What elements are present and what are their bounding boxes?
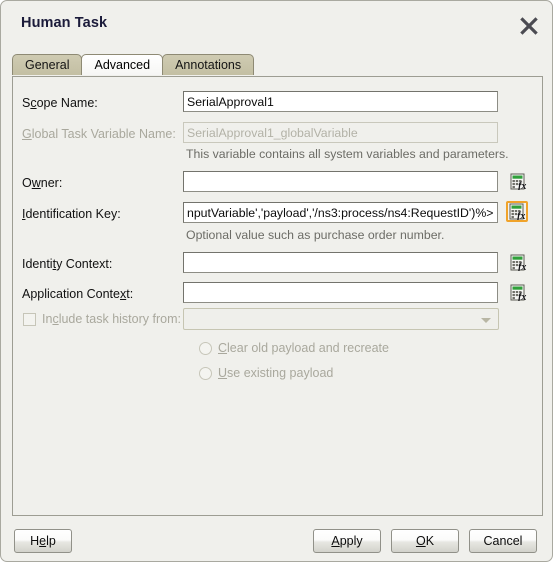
tab-strip: General Advanced Annotations (12, 54, 544, 77)
task-history-source-dropdown (183, 308, 499, 330)
scope-name-label: Scope Name: (22, 96, 98, 110)
dialog-titlebar: Human Task (1, 1, 552, 47)
application-context-expression-builder-icon[interactable]: fx (507, 282, 529, 303)
svg-text:fx: fx (518, 262, 526, 271)
identification-key-expression-builder-icon[interactable]: fx (506, 201, 528, 222)
advanced-tab-panel: Scope Name: Global Task Variable Name: T… (12, 76, 543, 516)
application-context-label: Application Context: (22, 287, 134, 301)
tab-annotations[interactable]: Annotations (162, 54, 255, 75)
global-task-variable-name-input (183, 122, 498, 143)
owner-input[interactable] (183, 171, 498, 192)
chevron-down-icon (481, 318, 491, 323)
identity-context-label: Identity Context: (22, 257, 113, 271)
global-task-variable-hint: This variable contains all system variab… (186, 147, 509, 161)
include-task-history-label: Include task history from: (42, 312, 181, 326)
radio-clear-old-payload-label: Clear old payload and recreate (218, 341, 389, 355)
identification-key-label: Identification Key: (22, 207, 121, 221)
svg-text:fx: fx (518, 181, 526, 190)
ok-button[interactable]: OK (391, 529, 459, 553)
owner-expression-builder-icon[interactable]: fx (507, 171, 529, 192)
dialog-title: Human Task (21, 15, 108, 31)
tab-advanced[interactable]: Advanced (81, 54, 164, 75)
identity-context-expression-builder-icon[interactable]: fx (507, 252, 529, 273)
include-task-history-checkbox (23, 313, 36, 326)
radio-use-existing-payload (199, 367, 212, 380)
global-task-variable-name-label: Global Task Variable Name: (22, 127, 176, 141)
owner-label: Owner: (22, 176, 63, 190)
svg-text:fx: fx (518, 292, 526, 301)
radio-use-existing-payload-label: Use existing payload (218, 366, 334, 380)
cancel-button[interactable]: Cancel (469, 529, 537, 553)
application-context-input[interactable] (183, 282, 498, 303)
identity-context-input[interactable] (183, 252, 498, 273)
identification-key-hint: Optional value such as purchase order nu… (186, 228, 445, 242)
identification-key-input[interactable] (183, 202, 498, 223)
svg-text:fx: fx (517, 211, 525, 220)
human-task-dialog: Human Task General Advanced Annotations … (0, 0, 553, 562)
radio-clear-old-payload (199, 342, 212, 355)
scope-name-input[interactable] (183, 91, 498, 112)
tab-general[interactable]: General (12, 54, 83, 75)
help-button[interactable]: Help (14, 529, 72, 553)
apply-button[interactable]: Apply (313, 529, 381, 553)
close-icon[interactable] (518, 15, 540, 37)
